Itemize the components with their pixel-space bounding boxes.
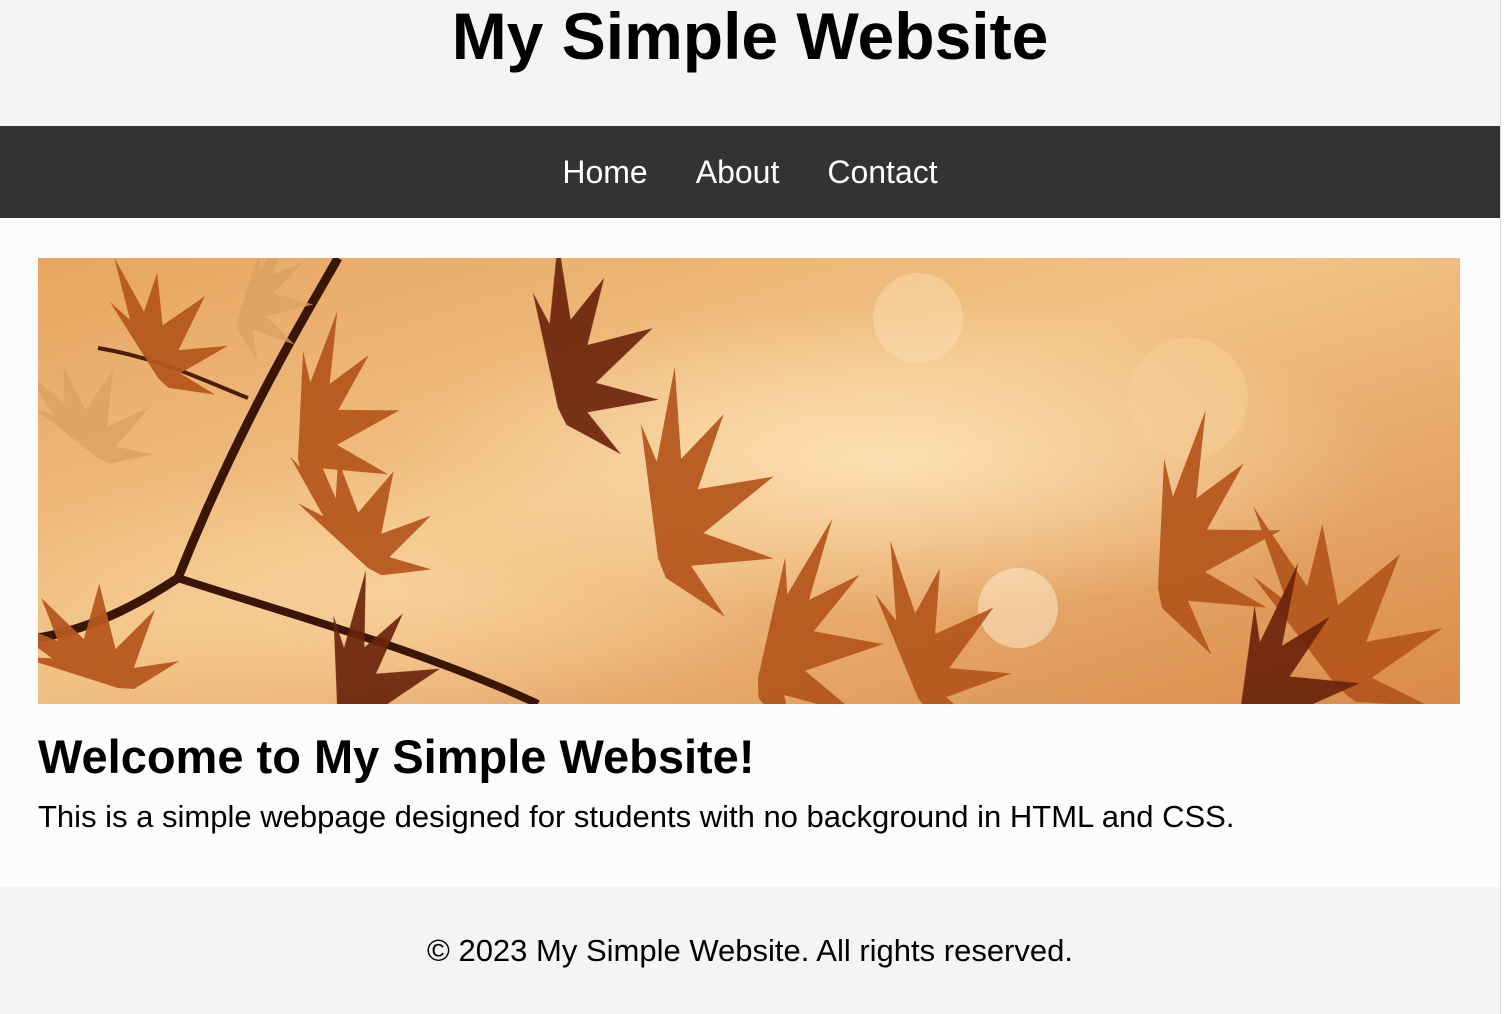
nav-link-contact[interactable]: Contact [827, 152, 937, 192]
site-title: My Simple Website [451, 0, 1049, 73]
intro-paragraph: This is a simple webpage designed for st… [38, 799, 1235, 834]
site-footer: © 2023 My Simple Website. All rights res… [0, 887, 1500, 1014]
main-content: Welcome to My Simple Website! This is a … [0, 218, 1500, 887]
welcome-heading: Welcome to My Simple Website! [38, 730, 755, 783]
page: My Simple Website Home About Contact Wel… [0, 0, 1500, 1014]
banner-image [38, 258, 1460, 704]
nav-link-home[interactable]: Home [562, 152, 647, 192]
main-nav: Home About Contact [0, 126, 1500, 218]
nav-link-about[interactable]: About [696, 152, 780, 192]
site-header: My Simple Website [0, 0, 1500, 126]
copyright-text: © 2023 My Simple Website. All rights res… [427, 932, 1073, 968]
window-edge [1500, 0, 1510, 1014]
